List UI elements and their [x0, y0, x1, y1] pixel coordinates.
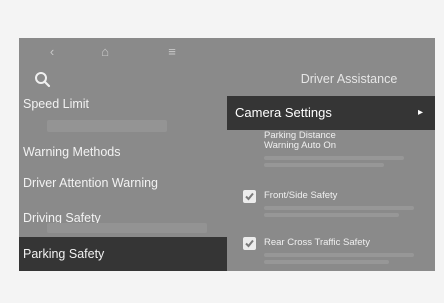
top-bar: ‹ ⌂ ≡ [19, 38, 435, 66]
ghost-text [47, 223, 207, 233]
panel-title: Driver Assistance [300, 72, 398, 86]
parking-distance-warning-label[interactable]: Parking Distance Warning Auto On [264, 131, 336, 151]
menu-item-parking-safety[interactable]: Parking Safety [19, 237, 227, 271]
menu-icon[interactable]: ≡ [164, 44, 180, 60]
rear-cross-traffic-safety-label[interactable]: Rear Cross Traffic Safety [264, 238, 370, 248]
description-text [264, 260, 389, 264]
camera-settings-label: Camera Settings [235, 105, 332, 120]
chevron-right-icon: ▸ [417, 107, 423, 118]
front-side-safety-checkbox[interactable] [243, 190, 256, 203]
front-side-safety-label[interactable]: Front/Side Safety [264, 191, 337, 201]
description-text [264, 213, 399, 217]
menu-item-driver-attention-warning[interactable]: Driver Attention Warning [19, 166, 227, 200]
rear-cross-traffic-safety-checkbox[interactable] [243, 237, 256, 250]
description-text [264, 206, 414, 210]
ghost-text [47, 120, 167, 132]
description-text [264, 156, 404, 160]
menu-item-warning-methods[interactable]: Warning Methods [19, 135, 227, 169]
back-icon[interactable]: ‹ [44, 44, 60, 60]
parking-distance-line2: Warning Auto On [264, 140, 336, 151]
home-icon[interactable]: ⌂ [97, 44, 113, 60]
infotainment-screen: ‹ ⌂ ≡ Driver Assistance Speed Limit Warn… [19, 38, 435, 271]
description-text [264, 253, 414, 257]
camera-settings-item[interactable]: Camera Settings ▸ [227, 96, 435, 130]
menu-item-speed-limit[interactable]: Speed Limit [19, 87, 227, 121]
description-text [264, 163, 384, 167]
